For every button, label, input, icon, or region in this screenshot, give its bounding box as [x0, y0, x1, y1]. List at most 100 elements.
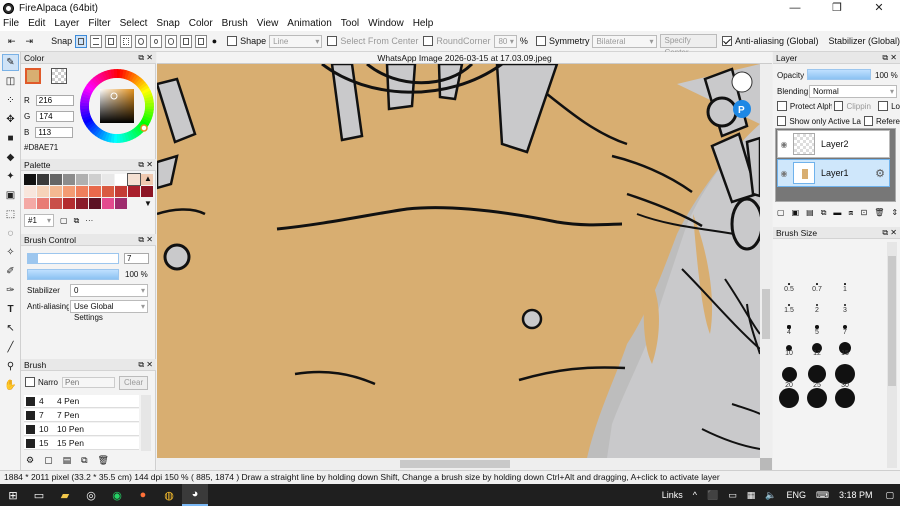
- palette-swatch[interactable]: [127, 173, 141, 186]
- snap-off-icon[interactable]: [75, 34, 88, 48]
- palette-swatch[interactable]: [115, 174, 127, 185]
- palette-scroll-up-icon[interactable]: ▲: [144, 174, 152, 183]
- blending-select[interactable]: Normal: [809, 85, 897, 98]
- select-pen-tool-icon[interactable]: ✐: [2, 263, 19, 280]
- palette-swatch[interactable]: [102, 186, 114, 197]
- menu-filter[interactable]: Filter: [88, 18, 110, 29]
- palette-swatch[interactable]: [50, 174, 62, 185]
- palette-swatch[interactable]: [24, 198, 36, 209]
- new-palette-icon[interactable]: ▢: [60, 216, 68, 225]
- text-tool-icon[interactable]: T: [2, 301, 19, 318]
- dot-tool-icon[interactable]: ⁘: [2, 92, 19, 109]
- palette-swatch[interactable]: [76, 186, 88, 197]
- layer-visibility-icon[interactable]: ◉: [778, 140, 790, 149]
- palette-swatch[interactable]: [37, 198, 49, 209]
- show-hidden-icons-icon[interactable]: ^: [693, 490, 697, 500]
- chrome-icon[interactable]: ◍: [156, 484, 182, 506]
- file-explorer-icon[interactable]: ▰: [52, 484, 78, 506]
- reference-checkbox[interactable]: [863, 116, 873, 126]
- layer-move-icon[interactable]: ⇕: [891, 208, 898, 218]
- select-eraser-tool-icon[interactable]: ✑: [2, 282, 19, 299]
- magic-wand-tool-icon[interactable]: ✧: [2, 244, 19, 261]
- snap-circle-icon[interactable]: [149, 34, 162, 48]
- firealpaca-taskbar-icon[interactable]: ◕: [182, 484, 208, 506]
- palette-swatch[interactable]: [37, 186, 49, 197]
- brush-item[interactable]: 10 10 Pen: [24, 423, 139, 436]
- green-input[interactable]: [36, 111, 75, 122]
- menu-layer[interactable]: Layer: [54, 18, 79, 29]
- panel-pin-close-icon[interactable]: ⧉ ✕: [138, 234, 153, 246]
- hex-value[interactable]: #D8AE71: [24, 143, 58, 152]
- layer-visibility-icon[interactable]: ◉: [778, 169, 790, 178]
- network-icon[interactable]: ▦: [747, 490, 756, 501]
- menu-color[interactable]: Color: [189, 18, 213, 29]
- import-brush-icon[interactable]: ▤: [63, 455, 72, 466]
- palette-swatch[interactable]: [141, 186, 153, 197]
- select-tool-icon[interactable]: ⬚: [2, 206, 19, 223]
- protect-alpha-checkbox[interactable]: [777, 101, 787, 111]
- palette-swatch[interactable]: [76, 198, 88, 209]
- palette-swatch[interactable]: [24, 186, 36, 197]
- palette-set-select[interactable]: #1: [24, 214, 54, 227]
- snap-curve-icon[interactable]: [164, 34, 177, 48]
- panel-pin-close-icon[interactable]: ⧉ ✕: [138, 159, 153, 171]
- menu-animation[interactable]: Animation: [287, 18, 331, 29]
- brush-size-slider[interactable]: [27, 253, 119, 264]
- eraser-tool-icon[interactable]: ◫: [2, 73, 19, 90]
- minimize-button[interactable]: —: [774, 0, 816, 16]
- primary-color-swatch[interactable]: [25, 68, 41, 84]
- round-corner-value[interactable]: 80: [494, 34, 517, 48]
- task-view-icon[interactable]: ▭: [26, 484, 52, 506]
- specify-center-button[interactable]: Specify Center: [659, 34, 717, 57]
- restore-button[interactable]: ❐: [816, 0, 858, 16]
- canvas-horizontal-scrollbar[interactable]: [157, 458, 760, 470]
- brush-size-dot[interactable]: [788, 283, 790, 285]
- canvas-area[interactable]: WhatsApp Image 2026-03-15 at 17.03.09.jp…: [157, 52, 772, 470]
- palette-swatch[interactable]: [50, 186, 62, 197]
- keyboard-icon[interactable]: ⌨: [816, 490, 829, 501]
- canvas-tab-title[interactable]: WhatsApp Image 2026-03-15 at 17.03.09.jp…: [157, 52, 772, 64]
- new-brush-icon[interactable]: ▢: [44, 455, 53, 466]
- app-tray-icon[interactable]: ⬛: [707, 490, 718, 501]
- round-corner-checkbox[interactable]: [423, 36, 434, 46]
- shape-checkbox[interactable]: [227, 36, 238, 46]
- brush-size-scrollbar[interactable]: [887, 242, 897, 468]
- snap-grid-icon[interactable]: [119, 34, 132, 48]
- antialias-select[interactable]: Use Global Settings: [70, 300, 148, 322]
- delete-layer-icon[interactable]: 🗑: [874, 208, 884, 218]
- menu-view[interactable]: View: [257, 18, 279, 29]
- select-from-center-checkbox[interactable]: [327, 36, 338, 46]
- hand-tool-icon[interactable]: ✋: [2, 377, 19, 394]
- layer-row-layer1[interactable]: ◉ Layer1 ⚙: [777, 159, 890, 187]
- stabilizer-global-label[interactable]: Stabilizer (Global): [829, 36, 900, 46]
- antialiasing-checkbox[interactable]: [721, 36, 732, 46]
- brush-item[interactable]: 4 4 Pen: [24, 395, 139, 408]
- palette-swatch[interactable]: [89, 174, 101, 185]
- folder-layer-icon[interactable]: ▬: [833, 208, 841, 218]
- brush-clear-button[interactable]: Clear: [119, 376, 148, 390]
- brush-size-dot[interactable]: [844, 283, 846, 285]
- new-1bit-layer-icon[interactable]: ▤: [806, 208, 814, 218]
- palette-swatch[interactable]: [50, 198, 62, 209]
- notifications-icon[interactable]: ▢: [885, 490, 894, 501]
- palette-scroll-down-icon[interactable]: ▼: [144, 199, 152, 208]
- brush-size-value[interactable]: 7: [124, 253, 149, 264]
- menu-brush[interactable]: Brush: [222, 18, 248, 29]
- palette-more-icon[interactable]: ···: [85, 216, 93, 225]
- links-toolbar[interactable]: Links: [662, 490, 683, 500]
- palette-swatch[interactable]: [76, 174, 88, 185]
- blue-input[interactable]: [35, 127, 74, 138]
- brush-size-dot[interactable]: [835, 388, 855, 408]
- menu-tool[interactable]: Tool: [341, 18, 359, 29]
- snap-parallel-icon[interactable]: [90, 34, 103, 48]
- menu-window[interactable]: Window: [368, 18, 404, 29]
- brush-opacity-slider[interactable]: [27, 269, 119, 280]
- layer-settings-gear-icon[interactable]: ⚙: [875, 167, 885, 180]
- layer-opacity-slider[interactable]: [807, 69, 871, 80]
- brush-size-dot[interactable]: [779, 388, 799, 408]
- language-indicator[interactable]: ENG: [786, 490, 806, 500]
- symmetry-select[interactable]: Bilateral: [592, 34, 657, 48]
- palette-swatch[interactable]: [89, 186, 101, 197]
- lock-checkbox[interactable]: [878, 101, 889, 111]
- firefox-icon[interactable]: ●: [130, 484, 156, 506]
